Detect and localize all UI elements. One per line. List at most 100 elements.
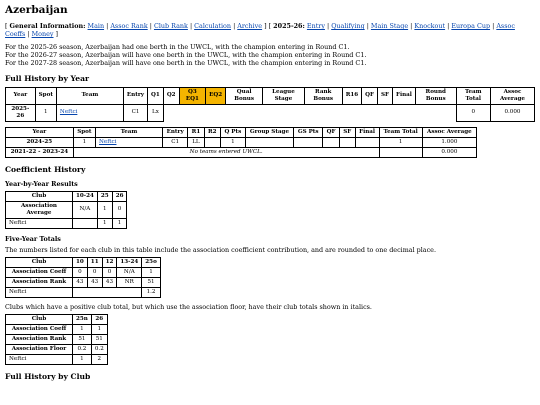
table-row: Association Floor 0.2 0.2 — [5, 343, 108, 355]
five-year-heading: Five-Year Totals — [5, 234, 61, 243]
five-year-table: Club 10 11 12 13-24 25o Association Coef… — [5, 256, 161, 298]
table-header-row: Year Spot Team Entry Q1 Q2 Q3 EQ1 EQ2 Qu… — [5, 86, 536, 105]
col-eq2: EQ2 — [205, 86, 227, 105]
table-cell: 0 — [72, 266, 88, 278]
table-cell: N/A — [116, 266, 143, 278]
cell-sf — [338, 136, 356, 148]
nav-link-main-stage[interactable]: Main Stage — [371, 22, 408, 30]
row-label: Association Average — [5, 200, 73, 219]
history-table-new-format: Year Spot Team Entry Q1 Q2 Q3 EQ1 EQ2 Qu… — [5, 86, 536, 122]
col-spot: Spot — [34, 86, 57, 105]
table-header-row: Club 10 11 12 13-24 25o — [5, 256, 161, 268]
table-cell: 1 — [96, 200, 113, 219]
nav-link-assoc-rank[interactable]: Assoc Rank — [110, 22, 147, 30]
cell-assoc-average: 0.000 — [421, 146, 478, 158]
col-r2: R2 — [203, 126, 221, 138]
cell-assoc-average: 0.000 — [489, 103, 536, 122]
table-cell: 1 — [72, 353, 92, 365]
col-25n: 25n — [72, 313, 92, 325]
season-label: 2025-26 — [273, 22, 303, 31]
col-q-pts: Q Pts — [219, 126, 246, 138]
col-club: Club — [5, 313, 73, 325]
col-sf: SF — [376, 86, 394, 105]
col-club: Club — [5, 190, 73, 202]
table-row: 2021-22 - 2023-24 No teams entered UWCL.… — [5, 146, 478, 158]
col-26: 26 — [90, 313, 108, 325]
col-assoc-average: Assoc Average — [421, 126, 478, 138]
intro: For the 2025-26 season, Azerbaijan had o… — [5, 43, 535, 67]
nav-link-calculation[interactable]: Calculation — [194, 22, 231, 30]
history-table-old-format: Year Spot Team Entry R1 R2 Q Pts Group S… — [5, 126, 478, 158]
nav-link-knockout[interactable]: Knockout — [414, 22, 445, 30]
cell-spot: 1 — [72, 136, 97, 148]
cell-final — [354, 136, 380, 148]
table-cell: 43 — [101, 276, 118, 288]
table-cell: 0 — [101, 266, 118, 278]
nav-link-europa-cup[interactable]: Europa Cup — [451, 22, 490, 30]
table-row: Neftci 1.2 — [5, 286, 161, 298]
table-cell: 1 — [111, 217, 128, 229]
col-qf: QF — [361, 86, 378, 105]
table-row: 2024-25 1 Neftci C1 LL 1 1 1.000 — [5, 136, 478, 148]
team-link-neftci[interactable]: Neftci — [99, 139, 116, 145]
cell-r2 — [203, 136, 221, 148]
table-row: 2025-26 1 Neftci C1 Lx 0 0.000 — [5, 103, 536, 122]
page-title: Azerbaijan — [5, 4, 68, 16]
nav-link-entry[interactable]: Entry — [307, 22, 325, 30]
nav-link-archive[interactable]: Archive — [237, 22, 262, 30]
nav-link-qualifying[interactable]: Qualifying — [331, 22, 364, 30]
table-row: Neftci 1 1 — [5, 217, 128, 229]
col-25o: 25o — [141, 256, 161, 268]
nav-link-club-rank[interactable]: Club Rank — [154, 22, 188, 30]
team-link-neftci[interactable]: Neftci — [60, 109, 77, 115]
table-row: Association Average N/A 1 0 — [5, 200, 128, 219]
col-10: 10 — [72, 256, 88, 268]
nav-link-main[interactable]: Main — [88, 22, 105, 30]
col-final: Final — [354, 126, 380, 138]
table-cell: 0.2 — [90, 343, 108, 355]
floor-note: Clubs which have a positive club total, … — [5, 302, 372, 311]
full-history-club-heading: Full History by Club — [5, 371, 91, 381]
cell-team-total: 1 — [378, 136, 423, 148]
col-qual-bonus: Qual Bonus — [225, 86, 264, 105]
col-round-bonus: Round Bonus — [414, 86, 457, 105]
nav-link-money[interactable]: Money — [32, 30, 54, 38]
cell-entry: C1 — [162, 136, 189, 148]
nav-bar: [ General Information: Main | Assoc Rank… — [5, 22, 515, 39]
row-label: Association Coeff — [5, 266, 73, 278]
full-history-year-heading: Full History by Year — [5, 74, 90, 84]
col-league-stage: League Stage — [262, 86, 305, 105]
page: Azerbaijan [ General Information: Main |… — [0, 0, 540, 381]
table-cell: 51 — [72, 333, 92, 345]
table-cell: 0 — [86, 266, 103, 278]
table-cell: N/A — [72, 200, 98, 219]
col-qf: QF — [322, 126, 340, 138]
col-r16: R16 — [341, 86, 363, 105]
cell-gs-pts — [293, 136, 324, 148]
col-25: 25 — [96, 190, 113, 202]
col-team: Team — [95, 126, 164, 138]
col-q2: Q2 — [162, 86, 180, 105]
table-cell: 51 — [90, 333, 108, 345]
table-header-row: Club 25n 26 — [5, 313, 108, 325]
col-12: 12 — [101, 256, 118, 268]
table-cell: 43 — [72, 276, 88, 288]
row-label: Association Coeff — [5, 323, 73, 335]
cell-team: Neftci — [95, 136, 164, 148]
table-cell — [72, 217, 98, 229]
col-team-total: Team Total — [455, 86, 491, 105]
col-assoc-average: Assoc Average — [489, 86, 536, 105]
cell-team: Neftci — [55, 103, 124, 122]
cell-team-total: 0 — [455, 103, 491, 122]
table-cell: 43 — [86, 276, 103, 288]
table-header-row: Year Spot Team Entry R1 R2 Q Pts Group S… — [5, 126, 478, 138]
cell-empty — [163, 104, 456, 121]
cell-year: 2025-26 — [5, 103, 36, 122]
club-name: Neftci — [5, 217, 73, 229]
cell-spot: 1 — [34, 103, 57, 122]
cell-q-pts: 1 — [219, 136, 246, 148]
table-cell: 0 — [111, 200, 128, 219]
col-r1: R1 — [187, 126, 205, 138]
table-cell: 1 — [141, 266, 161, 278]
col-year: Year — [5, 126, 74, 138]
